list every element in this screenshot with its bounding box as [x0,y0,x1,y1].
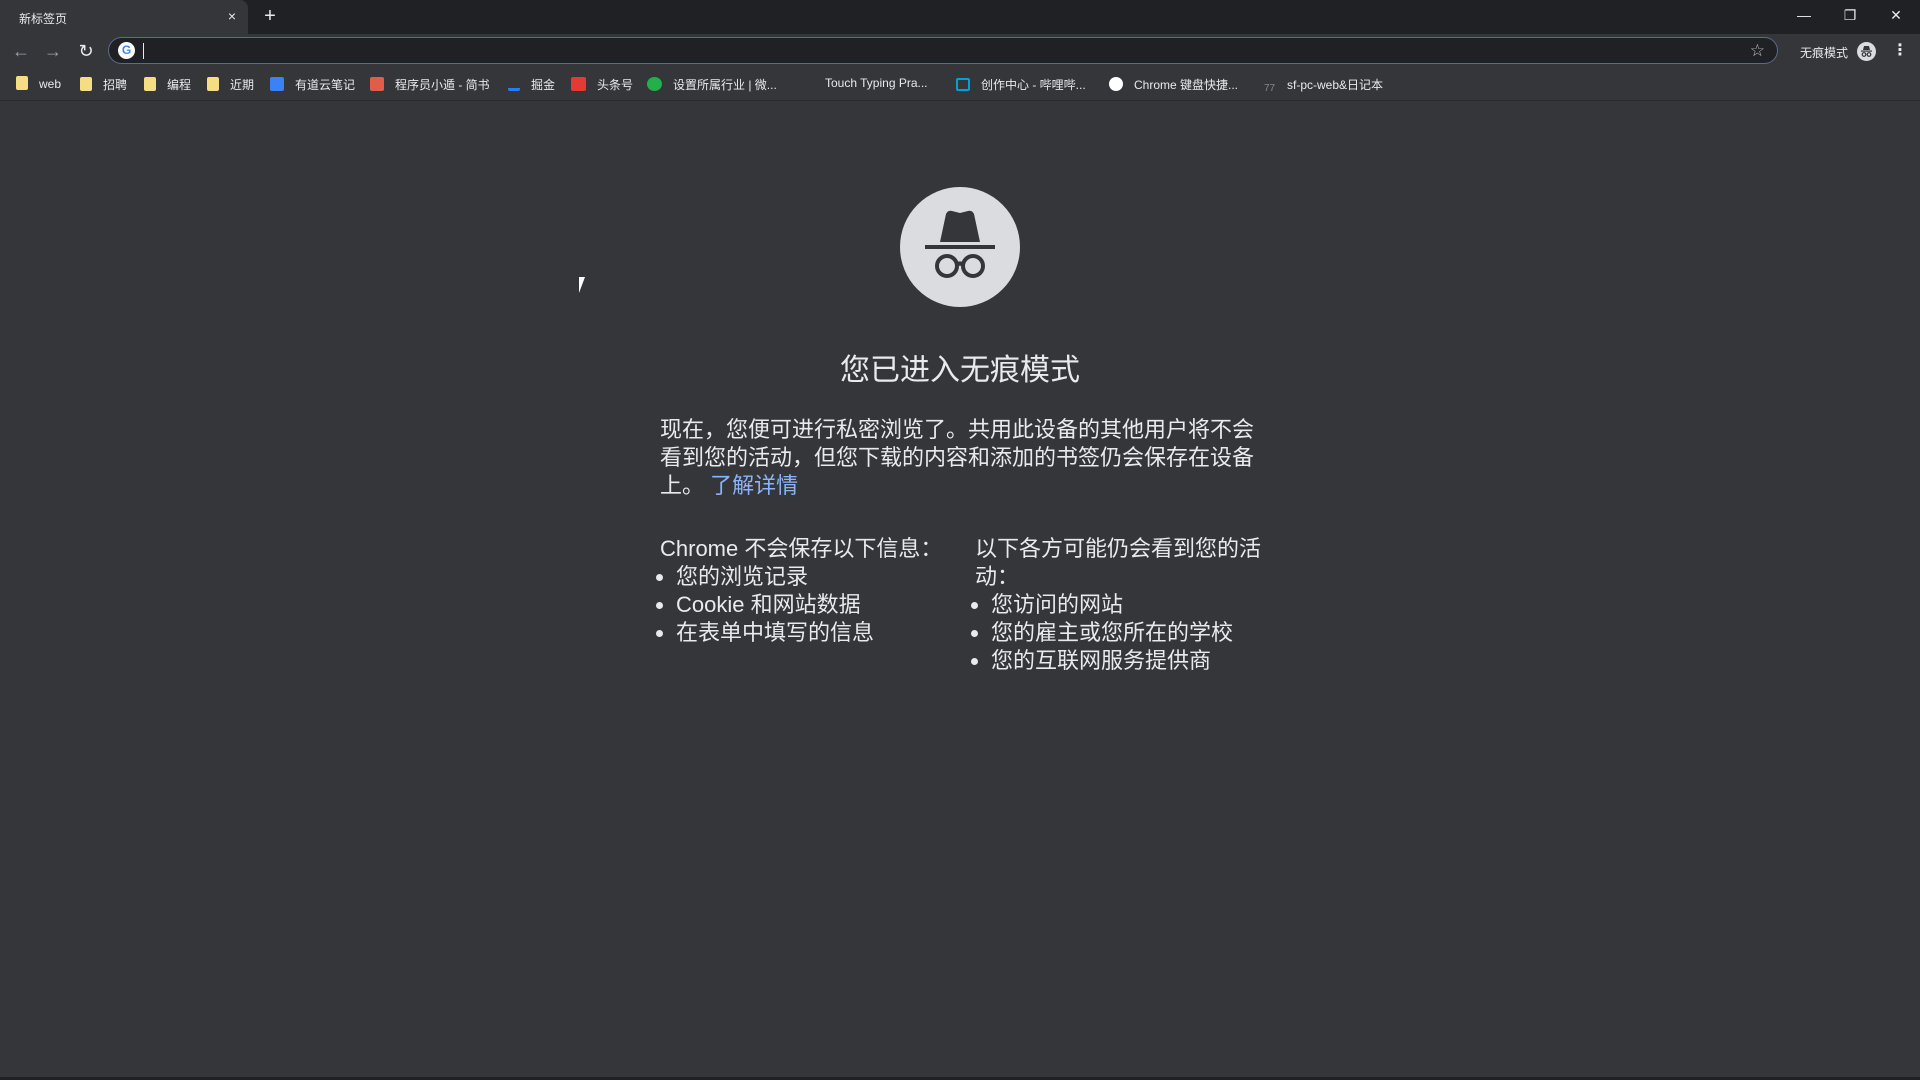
toolbar: ← → ↻ G ☆ 无痕模式 ⋮ [0,34,1920,68]
bookmark-label: 近期 [230,78,255,92]
bookmark-label: 掘金 [531,78,556,92]
bookmark-label: 有道云笔记 [295,78,356,92]
toutiao-icon [571,77,586,91]
bookmark-label: 设置所属行业 | 微... [673,78,777,92]
sf-icon: 77 [1264,83,1276,94]
forward-button[interactable]: → [42,40,64,62]
close-tab-icon[interactable]: × [224,8,240,24]
not-saved-list: 您的浏览记录 Cookie 和网站数据 在表单中填写的信息 [660,563,960,647]
bookmark-label: 招聘 [103,78,128,92]
not-saved-section: Chrome 不会保存以下信息： 您的浏览记录 Cookie 和网站数据 在表单… [660,535,960,647]
juejin-icon [508,80,520,91]
list-item: 您的雇主或您所在的学校 [991,619,1265,647]
folder-icon [207,77,219,91]
bookmark-juejin[interactable]: 掘金 [508,76,555,92]
bookmark-zhaopin[interactable]: 招聘 [80,76,127,92]
bookmark-youdao[interactable]: 有道云笔记 [270,76,355,92]
bookmark-bilibili[interactable]: 创作中心 - 哔哩哔... [956,76,1086,92]
bookmarks-bar: web 招聘 编程 近期 有道云笔记 程序员小遁 - 简书 掘金 头条号 设置所… [0,68,1920,101]
folder-icon [80,77,92,91]
bookmark-biancheng[interactable]: 编程 [144,76,191,92]
tab-new-tab[interactable]: 新标签页 × [0,0,248,34]
list-item: 在表单中填写的信息 [676,619,960,647]
text-caret [143,43,144,59]
bookmark-label: web [39,77,62,91]
wechat-icon [647,77,662,91]
new-tab-button[interactable]: + [260,6,280,26]
bookmark-jinqi[interactable]: 近期 [207,76,254,92]
learn-more-link[interactable]: 了解详情 [710,473,798,498]
folder-icon [16,76,28,90]
incognito-description: 现在，您便可进行私密浏览了。共用此设备的其他用户将不会看到您的活动，但您下载的内… [660,416,1260,500]
bookmark-touch-typing[interactable]: Touch Typing Pra... [825,76,928,92]
jianshu-icon [370,77,384,91]
list-item: 您的互联网服务提供商 [991,647,1265,675]
bookmark-web[interactable]: web [16,76,61,92]
page-title: 您已进入无痕模式 [840,354,1080,387]
bookmark-sf-diary[interactable]: 77 sf-pc-web&日记本 [1264,76,1384,94]
back-button[interactable]: ← [10,40,32,62]
bookmark-label: 编程 [167,78,192,92]
youdao-note-icon [270,77,284,91]
incognito-avatar-icon[interactable] [1857,42,1876,61]
may-be-visible-heading: 以下各方可能仍会看到您的活动： [975,536,1262,589]
mouse-cursor-icon [579,277,591,293]
not-saved-heading: Chrome 不会保存以下信息： [660,536,943,561]
folder-icon [144,77,156,91]
address-input[interactable] [145,41,1729,63]
may-be-visible-list: 您访问的网站 您的雇主或您所在的学校 您的互联网服务提供商 [975,591,1265,675]
bookmark-jianshu[interactable]: 程序员小遁 - 简书 [370,76,490,92]
bookmark-label: 创作中心 - 哔哩哔... [981,78,1086,92]
incognito-label[interactable]: 无痕模式 [1800,44,1848,61]
bookmark-label: 头条号 [597,78,634,92]
google-icon: G [118,42,135,59]
google-icon [1109,77,1123,91]
bookmark-toutiao[interactable]: 头条号 [571,76,633,92]
bookmark-wechat[interactable]: 设置所属行业 | 微... [647,76,777,92]
list-item: 您访问的网站 [991,591,1265,619]
close-window-button[interactable]: ✕ [1876,2,1916,28]
menu-icon[interactable]: ⋮ [1892,41,1908,61]
bookmark-chrome-shortcuts[interactable]: Chrome 键盘快捷... [1109,76,1238,92]
bilibili-icon [956,78,970,91]
address-bar[interactable]: G ☆ [108,37,1778,64]
bookmark-label: Chrome 键盘快捷... [1134,78,1239,92]
list-item: 您的浏览记录 [676,563,960,591]
bookmark-label: Touch Typing Pra... [825,76,928,90]
bookmark-star-icon[interactable]: ☆ [1750,41,1765,61]
tab-strip: 新标签页 × + — ❐ ✕ [0,0,1920,34]
list-item: Cookie 和网站数据 [676,591,960,619]
may-be-visible-section: 以下各方可能仍会看到您的活动： 您访问的网站 您的雇主或您所在的学校 您的互联网… [975,535,1265,675]
bookmark-label: sf-pc-web&日记本 [1287,78,1384,92]
incognito-ntp: 您已进入无痕模式 现在，您便可进行私密浏览了。共用此设备的其他用户将不会看到您的… [0,101,1920,1077]
bookmark-label: 程序员小遁 - 简书 [395,78,490,92]
minimize-button[interactable]: — [1784,2,1824,28]
restore-button[interactable]: ❐ [1830,2,1870,28]
incognito-icon [900,187,1020,307]
reload-button[interactable]: ↻ [75,40,97,62]
tab-title: 新标签页 [19,12,68,26]
